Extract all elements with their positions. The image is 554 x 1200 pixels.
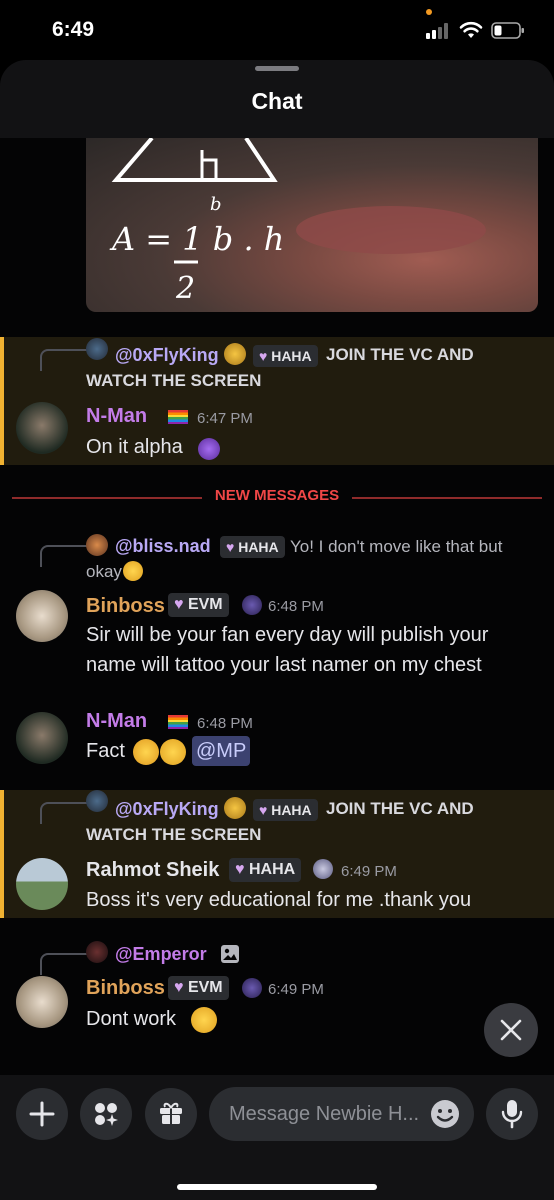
rainbow-flag-icon xyxy=(168,410,188,424)
reply-avatar[interactable] xyxy=(86,941,108,963)
message-author[interactable]: N-Man xyxy=(86,405,147,428)
message-timestamp: 6:49 PM xyxy=(268,981,324,998)
message-timestamp: 6:49 PM xyxy=(341,863,397,880)
grin-emoji-icon xyxy=(123,561,143,581)
voice-message-button[interactable] xyxy=(486,1088,538,1140)
emoji-icon[interactable] xyxy=(430,1099,460,1129)
message-timestamp: 6:48 PM xyxy=(197,715,253,732)
reply-author[interactable]: @Emperor xyxy=(115,944,207,965)
avatar[interactable] xyxy=(16,402,68,454)
role-tag: ♥ EVM xyxy=(168,593,229,617)
image-attachment[interactable]: b A = 1 b . h 2 xyxy=(86,138,538,312)
close-icon xyxy=(500,1019,522,1041)
reply-connector xyxy=(40,953,88,975)
apps-button[interactable] xyxy=(80,1088,132,1140)
reply-avatar[interactable] xyxy=(86,790,108,812)
message-text-continued: name will tattoo your last namer on my c… xyxy=(86,654,482,676)
battery-icon xyxy=(491,22,524,39)
reply-text: Yo! I don't move like that but xyxy=(290,537,503,556)
reply-author[interactable]: @0xFlyKing xyxy=(115,799,219,820)
message-text: On it alpha xyxy=(86,436,183,458)
message-input-placeholder: Message Newbie H... xyxy=(229,1103,420,1125)
message-text: Boss it's very educational for me .thank… xyxy=(86,889,472,911)
home-indicator[interactable] xyxy=(177,1184,377,1190)
sweat-smile-emoji-icon xyxy=(160,739,186,765)
character-emoji-icon xyxy=(313,859,333,879)
privacy-indicator-dot xyxy=(426,9,432,15)
rainbow-flag-icon xyxy=(168,715,188,729)
role-tag: ♥ EVM xyxy=(168,976,229,1000)
plus-icon xyxy=(29,1101,55,1127)
reply-role-tag: ♥ HAHA xyxy=(253,345,318,367)
role-tag: ♥ HAHA xyxy=(229,858,302,882)
message-author[interactable]: Rahmot Sheik xyxy=(86,859,219,882)
reply-text-continued: WATCH THE SCREEN xyxy=(86,825,262,844)
message-text: Fact xyxy=(86,740,125,762)
clapping-hands-emoji-icon xyxy=(133,739,159,765)
user-mention[interactable]: @MP xyxy=(192,736,251,766)
message-input[interactable]: Message Newbie H... xyxy=(209,1087,474,1141)
message-timestamp: 6:47 PM xyxy=(197,410,253,427)
reply-avatar[interactable] xyxy=(86,534,108,556)
status-time: 6:49 xyxy=(52,18,95,41)
add-attachment-button[interactable] xyxy=(16,1088,68,1140)
microphone-icon xyxy=(501,1100,523,1129)
message-author[interactable]: Binboss xyxy=(86,977,165,1000)
apps-icon xyxy=(95,1103,118,1126)
svg-text:A = 1 b . h: A = 1 b . h xyxy=(109,220,284,258)
expressionless-emoji-icon xyxy=(191,1007,217,1033)
reply-connector xyxy=(40,545,88,567)
reply-author[interactable]: @bliss.nad xyxy=(115,536,211,557)
bee-emoji-icon xyxy=(224,343,246,365)
sheet-grabber[interactable] xyxy=(255,66,299,71)
reply-text: JOIN THE VC AND xyxy=(326,799,474,818)
avatar[interactable] xyxy=(16,858,68,910)
message-text: Sir will be your fan every day will publ… xyxy=(86,624,489,646)
ninja-emoji-icon xyxy=(242,978,262,998)
svg-text:2: 2 xyxy=(175,271,195,306)
reply-author[interactable]: @0xFlyKing xyxy=(115,345,219,366)
image-detail xyxy=(296,206,486,254)
reply-text-continued: okay xyxy=(86,562,122,581)
close-button[interactable] xyxy=(484,1003,538,1057)
message-author[interactable]: Binboss xyxy=(86,595,165,618)
gift-button[interactable] xyxy=(145,1088,197,1140)
triangle-formula-graphic: b A = 1 b . h 2 xyxy=(109,138,284,306)
status-bar: 6:49 xyxy=(0,0,554,60)
reply-role-tag: ♥ HAHA xyxy=(253,799,318,821)
ninja-emoji-icon xyxy=(242,595,262,615)
avatar[interactable] xyxy=(16,712,68,764)
chat-sheet: Chat b A = 1 b . h 2 @0xFlyKing ♥ HAHA J… xyxy=(0,60,554,1200)
wifi-icon xyxy=(459,21,483,38)
reply-connector xyxy=(40,802,88,824)
message-timestamp: 6:48 PM xyxy=(268,598,324,615)
reply-role-tag: ♥ HAHA xyxy=(220,536,285,558)
reply-connector xyxy=(40,349,88,371)
reply-avatar[interactable] xyxy=(86,338,108,360)
cellular-signal-icon xyxy=(426,23,450,39)
page-title: Chat xyxy=(251,88,303,114)
gift-icon xyxy=(160,1102,182,1124)
thinking-emoji-icon xyxy=(198,438,220,460)
message-composer: Message Newbie H... xyxy=(0,1075,554,1200)
message-text: Dont work xyxy=(86,1008,177,1030)
image-icon xyxy=(221,945,239,963)
reply-text: JOIN THE VC AND xyxy=(326,345,474,364)
bee-emoji-icon xyxy=(224,797,246,819)
message-list[interactable]: b A = 1 b . h 2 @0xFlyKing ♥ HAHA JOIN T… xyxy=(0,138,554,1075)
avatar[interactable] xyxy=(16,976,68,1028)
message-author[interactable]: N-Man xyxy=(86,710,147,733)
avatar[interactable] xyxy=(16,590,68,642)
new-messages-label: NEW MESSAGES xyxy=(202,487,352,504)
reply-text-continued: WATCH THE SCREEN xyxy=(86,371,262,390)
svg-text:b: b xyxy=(210,194,222,215)
